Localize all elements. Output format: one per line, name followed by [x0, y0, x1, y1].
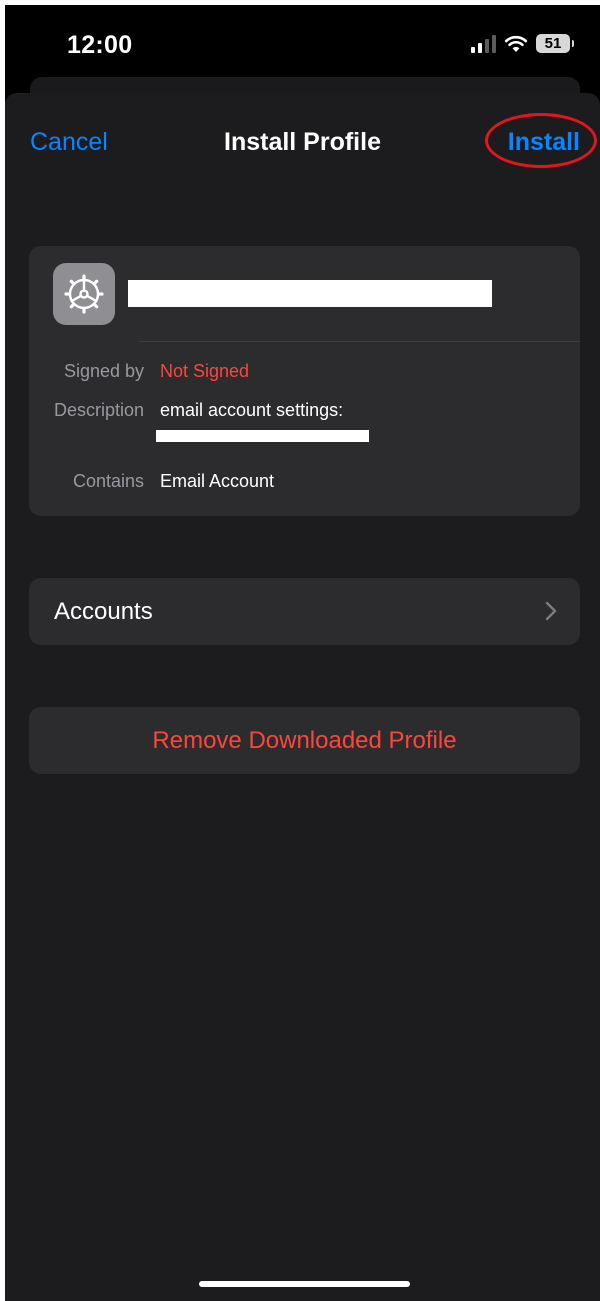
install-highlight-annotation	[485, 113, 597, 168]
contains-label: Contains	[72, 471, 144, 491]
description-redacted	[156, 430, 369, 442]
status-icons: 51	[471, 34, 574, 53]
install-profile-sheet: Cancel Install Profile Install Signed by…	[5, 93, 600, 1301]
description-label: Description	[53, 400, 144, 420]
gear-icon	[53, 263, 115, 325]
remove-label: Remove Downloaded Profile	[152, 727, 457, 754]
signed-by-value: Not Signed	[160, 361, 250, 381]
battery-icon: 51	[536, 34, 574, 53]
profile-card: Signed by Not Signed Description email a…	[29, 246, 580, 516]
battery-level: 51	[544, 35, 562, 52]
accounts-label: Accounts	[54, 598, 153, 625]
contains-value: Email Account	[160, 471, 275, 491]
home-indicator[interactable]	[199, 1281, 410, 1287]
phone-screen: 12:00 51 Cancel Install Profile Install	[5, 5, 600, 1301]
signal-icon	[471, 34, 496, 53]
chevron-right-icon	[545, 601, 557, 621]
profile-name-redacted	[128, 280, 492, 307]
status-time: 12:00	[67, 31, 133, 59]
signed-by-label: Signed by	[63, 361, 144, 381]
accounts-row[interactable]: Accounts	[29, 578, 580, 645]
description-value: email account settings:	[160, 400, 344, 420]
remove-downloaded-profile-button[interactable]: Remove Downloaded Profile	[29, 707, 580, 774]
divider	[139, 341, 580, 342]
wifi-icon	[504, 35, 528, 52]
